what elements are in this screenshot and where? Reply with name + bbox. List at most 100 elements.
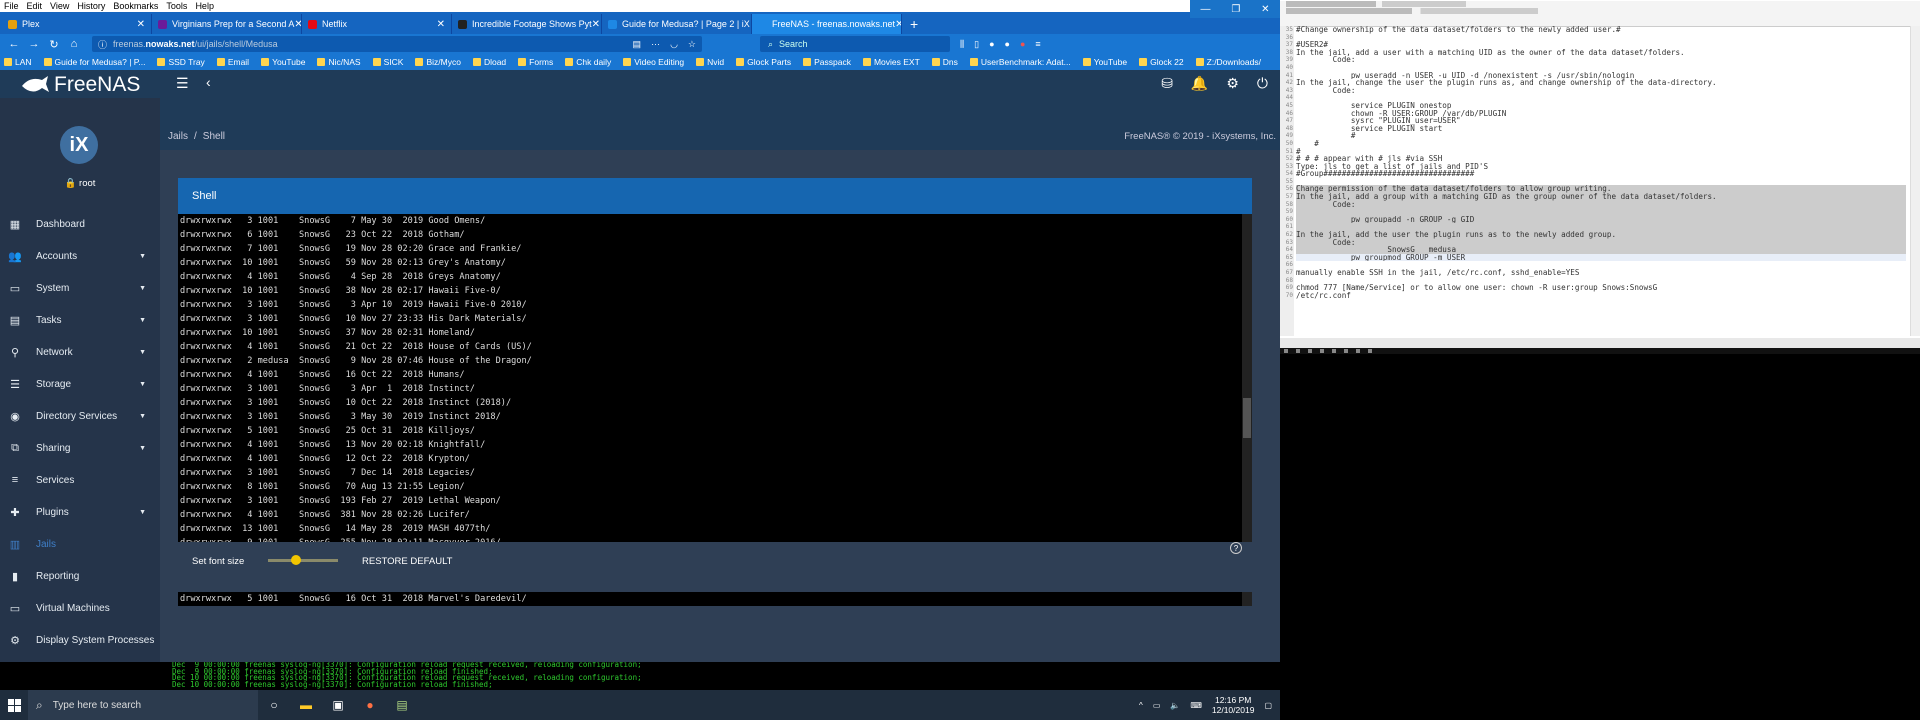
bookmark-item[interactable]: YouTube bbox=[261, 57, 305, 67]
reload-icon[interactable]: ↻ bbox=[44, 38, 64, 51]
bookmark-item[interactable]: Nic/NAS bbox=[317, 57, 361, 67]
notifications-icon[interactable]: ▢ bbox=[1264, 701, 1272, 710]
browser-tab[interactable]: Incredible Footage Shows Pyt ✕ bbox=[452, 14, 602, 34]
font-size-slider[interactable] bbox=[268, 555, 338, 565]
taskbar-search[interactable]: ⌕ Type here to search bbox=[28, 690, 258, 720]
bookmark-item[interactable]: Email bbox=[216, 57, 249, 67]
bookmark-item[interactable]: Movies EXT bbox=[862, 57, 920, 67]
notifications-bell-icon[interactable]: 🔔 bbox=[1191, 75, 1208, 92]
forward-icon[interactable]: → bbox=[24, 38, 44, 50]
close-icon[interactable]: ✕ bbox=[1261, 4, 1269, 15]
sidebar-item-plugins[interactable]: ✚ Plugins ▼ bbox=[0, 496, 160, 528]
bookmark-item[interactable]: SICK bbox=[372, 57, 403, 67]
bookmark-item[interactable]: Guide for Medusa? | P... bbox=[43, 57, 145, 67]
search-input[interactable]: ⌕ Search bbox=[760, 36, 950, 52]
bookmark-item[interactable]: SSD Tray bbox=[157, 57, 205, 67]
sidebar-item-storage[interactable]: ☰ Storage ▼ bbox=[0, 368, 160, 400]
sidebar-toggle-icon[interactable]: ▯ bbox=[974, 39, 979, 50]
bookmark-item[interactable]: LAN bbox=[4, 57, 32, 67]
browser-tab[interactable]: Netflix ✕ bbox=[302, 14, 452, 34]
menu-icon[interactable]: ≡ bbox=[1035, 39, 1040, 50]
browser-tab[interactable]: Plex ✕ bbox=[2, 14, 152, 34]
new-tab-icon[interactable]: + bbox=[902, 14, 926, 34]
library-icon[interactable]: ⫼ bbox=[960, 39, 964, 50]
maximize-icon[interactable]: ❐ bbox=[1231, 4, 1240, 15]
menu-tools[interactable]: Tools bbox=[166, 1, 187, 11]
network-icon[interactable]: ▭ bbox=[1153, 701, 1161, 710]
info-icon[interactable]: ⓘ bbox=[98, 38, 107, 51]
bookmark-item[interactable]: Video Editing bbox=[623, 57, 684, 67]
bookmark-item[interactable]: Z:/Downloads/ bbox=[1195, 57, 1261, 67]
extension-icon[interactable]: ● bbox=[989, 39, 994, 50]
menu-edit[interactable]: Edit bbox=[27, 1, 43, 11]
sidebar-item-sharing[interactable]: ⧉ Sharing ▼ bbox=[0, 432, 160, 464]
bookmark-item[interactable]: Passpack bbox=[803, 57, 851, 67]
bookmark-item[interactable]: YouTube bbox=[1082, 57, 1127, 67]
terminal-scrollbar-thumb[interactable] bbox=[1243, 398, 1251, 438]
menu-file[interactable]: File bbox=[4, 1, 19, 11]
font-size-slider-thumb[interactable] bbox=[291, 555, 301, 565]
power-icon[interactable]: ⏻ bbox=[1257, 75, 1268, 92]
theme-bucket-icon[interactable]: ⛁ bbox=[1161, 75, 1173, 92]
bookmark-item[interactable]: Dns bbox=[931, 57, 958, 67]
editor-scrollbar[interactable] bbox=[1910, 26, 1920, 336]
sidebar-item-accounts[interactable]: 👥 Accounts ▼ bbox=[0, 240, 160, 272]
sidebar-item-display-system-processes[interactable]: ⚙ Display System Processes bbox=[0, 624, 160, 656]
notepad-icon[interactable]: ▤ bbox=[386, 690, 418, 720]
sidebar-item-network[interactable]: ⚲ Network ▼ bbox=[0, 336, 160, 368]
home-icon[interactable]: ⌂ bbox=[64, 38, 84, 50]
menu-history[interactable]: History bbox=[77, 1, 105, 11]
menu-view[interactable]: View bbox=[50, 1, 69, 11]
adblock-icon[interactable]: ● bbox=[1020, 39, 1025, 50]
bookmark-item[interactable]: UserBenchmark: Adat... bbox=[969, 57, 1071, 67]
sidebar-item-services[interactable]: ≡ Services bbox=[0, 464, 160, 496]
bookmark-item[interactable]: Forms bbox=[518, 57, 553, 67]
firefox-icon[interactable]: ● bbox=[354, 690, 386, 720]
hamburger-menu-icon[interactable]: ☰ bbox=[176, 75, 189, 92]
sidebar-item-reporting[interactable]: ▮ Reporting bbox=[0, 560, 160, 592]
sidebar-item-dashboard[interactable]: ▦ Dashboard bbox=[0, 208, 160, 240]
editor-text-area[interactable]: #Change ownership of the data dataset/fo… bbox=[1296, 26, 1906, 336]
bookmark-item[interactable]: Chk daily bbox=[565, 57, 611, 67]
tab-close-icon[interactable]: ✕ bbox=[895, 19, 901, 30]
bookmark-item[interactable]: Nvid bbox=[696, 57, 724, 67]
tab-close-icon[interactable]: ✕ bbox=[294, 19, 301, 30]
sidebar-item-virtual-machines[interactable]: ▭ Virtual Machines bbox=[0, 592, 160, 624]
file-explorer-icon[interactable]: ▬ bbox=[290, 690, 322, 720]
browser-tab[interactable]: Virginians Prep for a Second A ✕ bbox=[152, 14, 302, 34]
volume-icon[interactable]: 🔈 bbox=[1170, 701, 1180, 710]
bookmark-item[interactable]: Dload bbox=[472, 57, 506, 67]
settings-gear-icon[interactable]: ⚙ bbox=[1226, 75, 1239, 92]
account-icon[interactable]: ● bbox=[1005, 39, 1010, 50]
bookmark-item[interactable]: Glock 22 bbox=[1139, 57, 1184, 67]
task-view-icon[interactable]: ○ bbox=[258, 690, 290, 720]
reader-view-icon[interactable]: ▤ bbox=[633, 39, 642, 50]
clock[interactable]: 12:16 PM 12/10/2019 bbox=[1212, 695, 1255, 715]
bookmark-star-icon[interactable]: ☆ bbox=[688, 39, 696, 50]
pocket-icon[interactable]: ◡ bbox=[670, 39, 678, 50]
url-bar[interactable]: ⓘ freenas. nowaks.net/ui/jails/shell/Medu… bbox=[92, 36, 702, 52]
collapse-sidebar-icon[interactable]: ‹ bbox=[206, 74, 211, 90]
bookmark-item[interactable]: Biz/Myco bbox=[415, 57, 461, 67]
tab-close-icon[interactable]: ✕ bbox=[592, 19, 600, 30]
minimize-icon[interactable]: — bbox=[1200, 4, 1210, 15]
browser-tab[interactable]: FreeNAS - freenas.nowaks.net✕ bbox=[752, 14, 902, 34]
tab-close-icon[interactable]: ✕ bbox=[437, 19, 445, 30]
back-icon[interactable]: ← bbox=[4, 38, 24, 50]
sidebar-item-directory-services[interactable]: ◉ Directory Services ▼ bbox=[0, 400, 160, 432]
keyboard-icon[interactable]: ⌨ bbox=[1190, 701, 1202, 710]
tray-expand-icon[interactable]: ^ bbox=[1139, 701, 1143, 710]
sidebar-item-jails[interactable]: ▥ Jails bbox=[0, 528, 160, 560]
tab-close-icon[interactable]: ✕ bbox=[137, 19, 145, 30]
sidebar-item-shell[interactable]: >_Shell bbox=[0, 656, 160, 662]
sidebar-item-system[interactable]: ▭ System ▼ bbox=[0, 272, 160, 304]
freenas-logo[interactable]: FreeNAS bbox=[20, 72, 140, 98]
page-actions-icon[interactable]: ··· bbox=[651, 39, 660, 50]
sidebar-item-tasks[interactable]: ▤ Tasks ▼ bbox=[0, 304, 160, 336]
menu-bookmarks[interactable]: Bookmarks bbox=[113, 1, 158, 11]
help-icon[interactable]: ? bbox=[1230, 542, 1242, 554]
start-button[interactable] bbox=[0, 690, 28, 720]
bookmark-item[interactable]: Glock Parts bbox=[736, 57, 791, 67]
restore-default-button[interactable]: RESTORE DEFAULT bbox=[362, 556, 452, 567]
app-icon[interactable]: ▣ bbox=[322, 690, 354, 720]
